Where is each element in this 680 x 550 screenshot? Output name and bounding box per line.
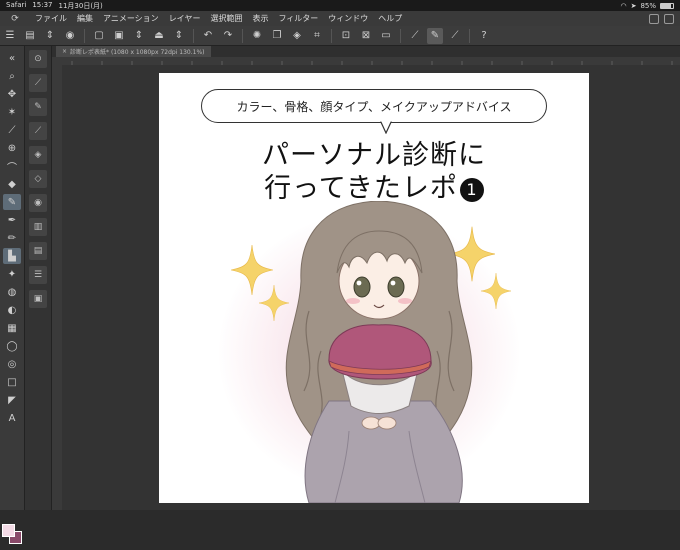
stabilizer-icon[interactable]: ⟋ bbox=[447, 28, 463, 44]
menu-selection[interactable]: 選択範囲 bbox=[205, 13, 247, 24]
app-logo-icon[interactable]: ⟳ bbox=[0, 14, 30, 24]
speech-text: カラー、骨格、顔タイプ、メイクアップアドバイス bbox=[236, 99, 512, 114]
figure-icon[interactable]: ◯ bbox=[3, 338, 21, 354]
pen-pressure-icon[interactable]: ✎ bbox=[427, 27, 443, 44]
export-icon[interactable]: ⏏ bbox=[151, 28, 167, 44]
ruler-ticks bbox=[71, 61, 673, 65]
blend-icon[interactable]: ◍ bbox=[3, 284, 21, 300]
number-badge: 1 bbox=[459, 177, 484, 202]
main-color-swatch[interactable] bbox=[2, 524, 15, 537]
horizontal-ruler bbox=[62, 57, 680, 65]
menu-bar: ⟳ ファイル 編集 アニメーション レイヤー 選択範囲 表示 フィルター ウィン… bbox=[0, 11, 680, 26]
navigator-icon[interactable]: ⊙ bbox=[29, 50, 47, 68]
battery-fill bbox=[661, 3, 672, 8]
subtool-color-wheel-icon[interactable]: ◉ bbox=[29, 194, 47, 212]
copy-icon[interactable]: ❐ bbox=[269, 28, 285, 44]
marker-icon[interactable]: ▙ bbox=[3, 248, 21, 264]
save-icon[interactable]: ▣ bbox=[111, 28, 127, 44]
lasso-icon[interactable]: ⌒ bbox=[3, 158, 21, 174]
subtool-slider-icon[interactable]: ▥ bbox=[29, 218, 47, 236]
menu-file[interactable]: ファイル bbox=[30, 13, 72, 24]
subtool-layers-icon[interactable]: ◈ bbox=[29, 146, 47, 164]
menu-filter[interactable]: フィルター bbox=[273, 13, 323, 24]
collapse-arrows-icon[interactable]: « bbox=[3, 50, 21, 66]
browser-label: Safari bbox=[6, 0, 27, 9]
subtool-icon-3[interactable]: ⟋ bbox=[29, 122, 47, 140]
canvas-area[interactable]: カラー、骨格、顔タイプ、メイクアップアドバイス パーソナル診断に 行ってきたレポ… bbox=[62, 65, 680, 510]
menu-window[interactable]: ウィンドウ bbox=[323, 13, 373, 24]
subtool-list-icon[interactable]: ☰ bbox=[29, 266, 47, 284]
loading-icon[interactable]: ✺ bbox=[249, 28, 265, 44]
title-line-2-text: 行ってきたレポ bbox=[264, 173, 458, 204]
pen-icon[interactable]: ✒ bbox=[3, 212, 21, 228]
menu-edit[interactable]: 編集 bbox=[72, 13, 98, 24]
undo-icon[interactable]: ↶ bbox=[200, 28, 216, 44]
chibi-girl-illustration bbox=[285, 201, 473, 503]
status-bar: Safari 15:37 11月30日(月) ◠ ➤ 85% bbox=[0, 0, 680, 11]
hamburger-menu-icon[interactable]: ☰ bbox=[2, 28, 18, 44]
color-swatch[interactable] bbox=[2, 524, 23, 550]
document-title: 診断レポ表紙* (1080 x 1080px 72dpi 130.1%) bbox=[70, 49, 205, 56]
wifi-icon: ◠ bbox=[620, 1, 627, 10]
subtool-icon-1[interactable]: ⟋ bbox=[29, 74, 47, 92]
invert-selection-icon[interactable]: ⊠ bbox=[358, 28, 374, 44]
location-icon: ➤ bbox=[630, 1, 637, 10]
tool-palette: « ⌕ ✥ ✶ ⟋ ⊕ ⌒ ◆ ✎ ✒ ✏ ▙ ✦ ◍ ◐ ▦ ◯ ◎ □ ◤ … bbox=[0, 46, 25, 544]
close-tab-icon[interactable]: × bbox=[62, 48, 67, 55]
sub-tool-palette: ⊙ ⟋ ✎ ⟋ ◈ ◇ ◉ ▥ ▤ ☰ ▣ bbox=[25, 46, 52, 510]
text-tool-icon[interactable]: A bbox=[3, 410, 21, 426]
command-bar: ☰ ▤ ⇕ ◉ ▢ ▣ ⇕ ⏏ ⇕ ↶ ↷ ✺ ❐ ◈ ⌗ ⊡ ⊠ ▭ ⟋ ✎ … bbox=[0, 26, 680, 46]
vertical-ruler bbox=[52, 57, 62, 510]
document-tab-bar: × 診断レポ表紙* (1080 x 1080px 72dpi 130.1%) bbox=[52, 46, 680, 57]
transform-icon[interactable]: ⌗ bbox=[309, 28, 325, 44]
ruler-icon[interactable]: ⟋ bbox=[407, 28, 423, 44]
panel-toggle-icon[interactable] bbox=[649, 13, 659, 24]
sparkle-brush-icon[interactable]: ✦ bbox=[3, 266, 21, 282]
stepper-icon-2[interactable]: ⇕ bbox=[131, 28, 147, 44]
layers-icon[interactable]: ▤ bbox=[22, 28, 38, 44]
menu-layer[interactable]: レイヤー bbox=[164, 13, 206, 24]
date: 11月30日(月) bbox=[58, 1, 103, 10]
gradient-icon[interactable]: ▦ bbox=[3, 320, 21, 336]
help-icon[interactable]: ? bbox=[476, 28, 492, 44]
balloon-icon[interactable]: ◤ bbox=[3, 392, 21, 408]
subtool-palette-icon[interactable]: ▤ bbox=[29, 242, 47, 260]
speech-bubble: カラー、骨格、顔タイプ、メイクアップアドバイス bbox=[201, 89, 547, 123]
speech-tail bbox=[379, 120, 393, 134]
frame-icon[interactable]: ◎ bbox=[3, 356, 21, 372]
operation-icon[interactable]: ⊕ bbox=[3, 140, 21, 156]
subtool-icon-2[interactable]: ✎ bbox=[29, 98, 47, 116]
clock: 15:37 bbox=[32, 0, 53, 9]
stepper-icon-3[interactable]: ⇕ bbox=[171, 28, 187, 44]
deselect-icon[interactable]: ⊡ bbox=[338, 28, 354, 44]
crop-icon[interactable]: ▭ bbox=[378, 28, 394, 44]
fill-icon[interactable]: ◈ bbox=[289, 28, 305, 44]
redo-icon[interactable]: ↷ bbox=[220, 28, 236, 44]
new-file-icon[interactable]: ▢ bbox=[91, 28, 107, 44]
stepper-icon[interactable]: ⇕ bbox=[42, 28, 58, 44]
brush-tool-icon[interactable]: ✎ bbox=[3, 194, 21, 210]
title-line-2: 行ってきたレポ 1 bbox=[159, 166, 589, 205]
pencil-icon[interactable]: ✏ bbox=[3, 230, 21, 246]
move-icon[interactable]: ✥ bbox=[3, 86, 21, 102]
settings-icon[interactable] bbox=[664, 13, 674, 24]
menu-help[interactable]: ヘルプ bbox=[373, 13, 407, 24]
zoom-icon[interactable]: ⌕ bbox=[3, 68, 21, 84]
record-icon[interactable]: ◉ bbox=[62, 28, 78, 44]
window-controls bbox=[649, 13, 680, 24]
subtool-stack-icon[interactable]: ◇ bbox=[29, 170, 47, 188]
subtool-material-icon[interactable]: ▣ bbox=[29, 290, 47, 308]
rectangle-icon[interactable]: □ bbox=[3, 374, 21, 390]
menu-view[interactable]: 表示 bbox=[247, 13, 273, 24]
magic-wand-icon[interactable]: ✶ bbox=[3, 104, 21, 120]
battery-percent: 85% bbox=[640, 1, 656, 10]
fill-bucket-icon[interactable]: ◐ bbox=[3, 302, 21, 318]
document-tab[interactable]: × 診断レポ表紙* (1080 x 1080px 72dpi 130.1%) bbox=[56, 46, 211, 57]
battery-icon bbox=[660, 2, 674, 9]
artwork-page[interactable]: カラー、骨格、顔タイプ、メイクアップアドバイス パーソナル診断に 行ってきたレポ… bbox=[159, 73, 589, 503]
eyedropper-icon[interactable]: ⟋ bbox=[3, 122, 21, 138]
menu-animation[interactable]: アニメーション bbox=[98, 13, 164, 24]
eraser-icon[interactable]: ◆ bbox=[3, 176, 21, 192]
